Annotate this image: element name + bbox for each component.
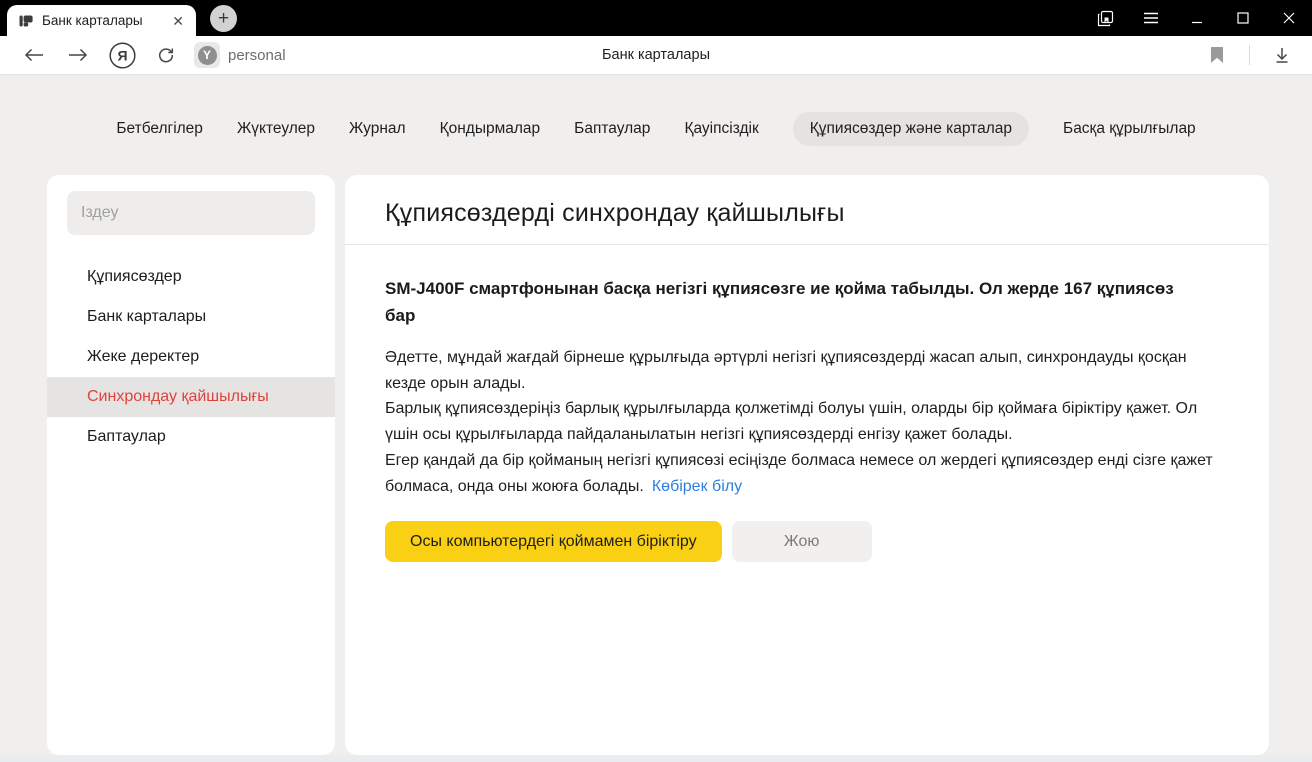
protect-label: personal (228, 47, 286, 64)
settings-content: Бетбелгілер Жүктеулер Журнал Қондырмалар… (0, 76, 1312, 755)
new-tab-button[interactable]: + (210, 5, 237, 32)
sidebar: Құпиясөздер Банк карталары Жеке деректер… (47, 175, 335, 755)
sidebar-item-passwords[interactable]: Құпиясөздер (47, 257, 335, 297)
tab-title: Банк карталары (42, 13, 170, 28)
window-close-icon[interactable] (1266, 0, 1312, 36)
tab-history[interactable]: Журнал (349, 112, 406, 146)
tab-security[interactable]: Қауіпсіздік (684, 112, 758, 146)
side-panel-icon[interactable] (1082, 0, 1128, 36)
search-box (67, 191, 315, 235)
browser-tab-bar: Банк карталары ✕ + (0, 0, 1312, 36)
download-icon[interactable] (1262, 39, 1302, 71)
toolbar-right-group (1197, 39, 1302, 71)
search-input[interactable] (67, 204, 315, 222)
panels-row: Құпиясөздер Банк карталары Жеке деректер… (47, 175, 1269, 755)
yandex-logo-icon[interactable]: Я (102, 39, 142, 71)
main-header: Құпиясөздерді синхрондау қайшылығы (345, 175, 1269, 245)
minimize-icon[interactable] (1174, 0, 1220, 36)
tab-bookmarks[interactable]: Бетбелгілер (116, 112, 203, 146)
main-panel: Құпиясөздерді синхрондау қайшылығы SM-J4… (345, 175, 1269, 755)
sidebar-item-bank-cards[interactable]: Банк карталары (47, 297, 335, 337)
paragraph-3: Егер қандай да бір қойманың негізгі құпи… (385, 448, 1229, 499)
sidebar-list: Құпиясөздер Банк карталары Жеке деректер… (47, 257, 335, 457)
refresh-icon[interactable] (146, 39, 186, 71)
toolbar-left-group: Я Y personal (14, 39, 286, 71)
learn-more-link[interactable]: Көбірек білу (652, 478, 742, 495)
back-icon[interactable] (14, 39, 54, 71)
svg-text:Я: Я (117, 47, 127, 63)
maximize-icon[interactable] (1220, 0, 1266, 36)
tab-extensions[interactable]: Қондырмалар (440, 112, 541, 146)
conflict-summary: SM-J400F смартфонынан басқа негізгі құпи… (385, 275, 1205, 329)
window-controls (1082, 0, 1312, 36)
sidebar-item-personal-data[interactable]: Жеке деректер (47, 337, 335, 377)
conflict-description: Әдетте, мұндай жағдай бірнеше құрылғыда … (385, 345, 1229, 499)
tab-passwords-and-cards[interactable]: Құпиясөздер және карталар (793, 112, 1029, 146)
paragraph-1: Әдетте, мұндай жағдай бірнеше құрылғыда … (385, 345, 1229, 396)
bookmark-flag-icon[interactable] (1197, 39, 1237, 71)
paragraph-2: Барлық құпиясөздеріңіз барлық құрылғылар… (385, 396, 1229, 447)
protect-badge[interactable]: Y personal (194, 42, 286, 68)
sidebar-item-sync-conflict[interactable]: Синхрондау қайшылығы (47, 377, 335, 417)
main-body: SM-J400F смартфонынан басқа негізгі құпи… (345, 245, 1269, 562)
window-bottom-edge (0, 755, 1312, 762)
menu-icon[interactable] (1128, 0, 1174, 36)
passwords-key-icon (18, 13, 34, 29)
sidebar-item-settings[interactable]: Баптаулар (47, 417, 335, 457)
settings-nav: Бетбелгілер Жүктеулер Журнал Қондырмалар… (0, 76, 1312, 146)
tab-settings[interactable]: Баптаулар (574, 112, 650, 146)
browser-toolbar: Банк карталары Я Y (0, 36, 1312, 75)
toolbar-divider (1249, 45, 1250, 65)
page-title: Құпиясөздерді синхрондау қайшылығы (385, 199, 1229, 228)
merge-button[interactable]: Осы компьютердегі қоймамен біріктіру (385, 521, 722, 562)
delete-button[interactable]: Жою (732, 521, 872, 562)
action-buttons: Осы компьютердегі қоймамен біріктіру Жою (385, 521, 1229, 562)
tab-close-icon[interactable]: ✕ (170, 14, 186, 28)
forward-icon[interactable] (58, 39, 98, 71)
browser-tab[interactable]: Банк карталары ✕ (7, 5, 196, 36)
protect-shield-icon: Y (194, 42, 220, 68)
tab-other-devices[interactable]: Басқа құрылғылар (1063, 112, 1196, 146)
tab-downloads[interactable]: Жүктеулер (237, 112, 315, 146)
